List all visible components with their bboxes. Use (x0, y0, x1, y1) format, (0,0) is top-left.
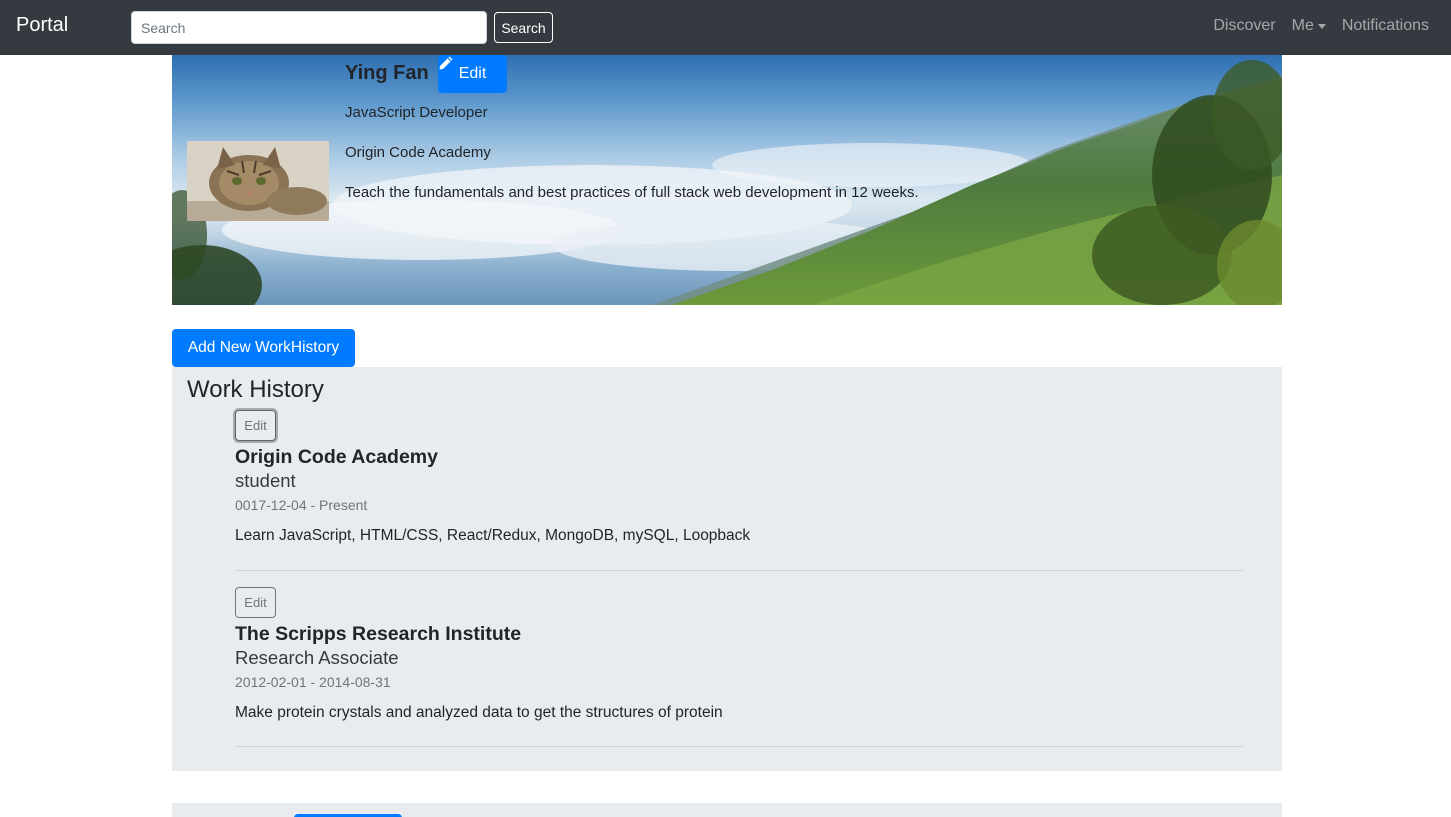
profile-banner: Ying Fan Edit JavaScript Developer Origi… (172, 55, 1282, 305)
search-button[interactable]: Search (494, 12, 553, 43)
nav-link-discover[interactable]: Discover (1213, 17, 1275, 35)
work-history-entry: Edit Origin Code Academy student 0017-12… (235, 410, 1243, 546)
entry-role: Research Associate (235, 647, 399, 668)
entry-description: Make protein crystals and analyzed data … (235, 704, 723, 721)
cat-photo (187, 141, 329, 221)
edit-profile-label: Edit (458, 65, 487, 82)
edit-entry-button[interactable]: Edit (235, 587, 276, 618)
entry-company: The Scripps Research Institute (235, 623, 522, 645)
add-work-history-button[interactable]: Add New WorkHistory (172, 329, 355, 367)
entry-dates: 2012-02-01 - 2014-08-31 (235, 674, 391, 690)
entry-dates: 0017-12-04 - Present (235, 497, 368, 513)
work-history-title: Work History (187, 376, 324, 403)
profile-title: JavaScript Developer (345, 104, 488, 121)
mountain-landscape-image (172, 60, 1282, 305)
profile-name: Ying Fan (345, 62, 429, 84)
entry-description: Learn JavaScript, HTML/CSS, React/Redux,… (235, 527, 751, 544)
search-input[interactable] (131, 11, 487, 44)
entry-company: Origin Code Academy (235, 446, 438, 468)
nav-links: Discover Me Notifications (1197, 17, 1429, 35)
work-history-panel: Work History Edit Origin Code Academy st… (172, 367, 1282, 771)
top-navbar: Portal Search Discover Me Notifications (0, 0, 1451, 55)
nav-link-me-dropdown[interactable]: Me (1292, 17, 1326, 35)
profile-company: Origin Code Academy (345, 144, 491, 161)
entry-role: student (235, 470, 296, 491)
nav-link-notifications[interactable]: Notifications (1342, 17, 1429, 35)
entry-divider (235, 570, 1243, 571)
entry-divider (235, 746, 1243, 747)
caret-down-icon (1317, 23, 1326, 29)
work-history-entry: Edit The Scripps Research Institute Rese… (235, 587, 1243, 723)
profile-bio: Teach the fundamentals and best practice… (345, 184, 919, 201)
edit-entry-button[interactable]: Edit (235, 410, 276, 441)
pencil-icon (439, 56, 453, 70)
profile-avatar[interactable] (187, 141, 329, 221)
nav-link-me-label: Me (1291, 17, 1314, 34)
edit-profile-button[interactable]: Edit (438, 55, 507, 93)
next-section-panel (172, 803, 1282, 817)
brand-logo[interactable]: Portal (16, 14, 68, 37)
